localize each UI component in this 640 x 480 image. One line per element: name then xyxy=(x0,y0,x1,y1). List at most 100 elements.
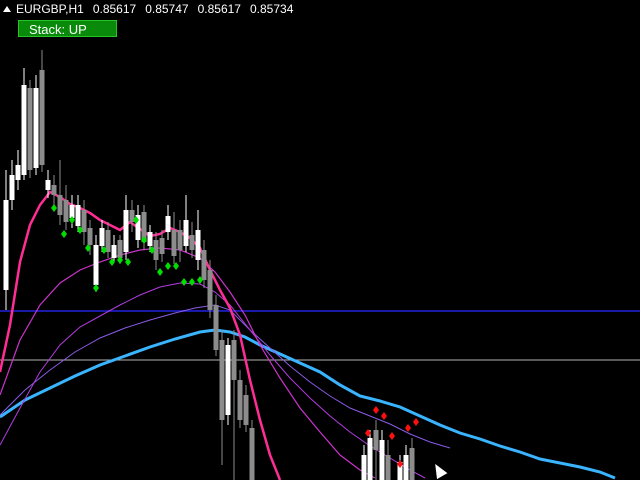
candle-body xyxy=(207,270,213,310)
candle-body xyxy=(177,230,183,250)
candle xyxy=(129,200,135,232)
candle xyxy=(237,370,243,428)
candle xyxy=(177,220,183,262)
price-chart[interactable] xyxy=(0,0,640,480)
candle-body xyxy=(99,228,105,246)
candle-body xyxy=(225,345,231,415)
candle xyxy=(403,445,409,480)
candle-body xyxy=(3,200,9,290)
candle xyxy=(171,212,177,264)
candle-body xyxy=(373,430,379,450)
sell-signal-icon xyxy=(373,406,379,414)
candle-body xyxy=(189,235,195,250)
candle-body xyxy=(63,200,69,222)
candle xyxy=(9,160,15,210)
candle-body xyxy=(219,340,225,420)
stack-status-label: Stack: UP xyxy=(29,22,87,37)
ma-slowest-line xyxy=(0,328,616,480)
candle-body xyxy=(165,216,171,232)
candle-body xyxy=(39,70,45,165)
price-high: 0.85747 xyxy=(145,2,189,16)
candle xyxy=(219,330,225,465)
candle xyxy=(361,445,367,480)
buy-signal-icon xyxy=(181,278,187,286)
buy-signal-icon xyxy=(189,278,195,286)
candle-body xyxy=(367,438,373,480)
buy-signal-icon xyxy=(93,284,99,292)
chart-window[interactable]: EURGBP,H1 0.85617 0.85747 0.85617 0.8573… xyxy=(0,0,640,480)
candle-body xyxy=(105,230,111,252)
candle xyxy=(225,338,231,425)
candle-body xyxy=(195,230,201,260)
candle-body xyxy=(385,455,391,480)
candle-body xyxy=(81,210,87,232)
candle-body xyxy=(51,185,57,195)
candle-body xyxy=(231,340,237,380)
candle-body xyxy=(93,245,99,285)
candle xyxy=(373,420,379,480)
candle xyxy=(135,205,141,248)
buy-signal-icon xyxy=(165,262,171,270)
candle-body xyxy=(361,455,367,480)
sell-signal-icon xyxy=(413,418,419,426)
candle-body xyxy=(379,440,385,480)
candle xyxy=(213,295,219,356)
candle-body xyxy=(21,85,27,175)
candle-body xyxy=(15,165,21,180)
candle xyxy=(123,195,129,260)
candle xyxy=(93,235,99,292)
ma-slow-line xyxy=(0,304,451,449)
candle-body xyxy=(249,428,255,480)
candle-body xyxy=(123,210,129,252)
candle xyxy=(111,235,117,262)
buy-signal-icon xyxy=(51,204,57,212)
price-close: 0.85734 xyxy=(249,2,294,16)
candle xyxy=(189,222,195,258)
price-open: 0.85617 xyxy=(92,2,137,16)
buy-signal-icon xyxy=(61,230,67,238)
candle xyxy=(165,205,171,240)
candle-body xyxy=(111,245,117,258)
candle xyxy=(183,195,189,252)
candle xyxy=(27,80,33,178)
candle xyxy=(231,330,237,480)
collapse-triangle-icon[interactable] xyxy=(3,6,11,12)
price-low: 0.85617 xyxy=(197,2,241,16)
candle-body xyxy=(9,175,15,200)
candle-body xyxy=(159,238,165,254)
candle-body xyxy=(403,455,409,480)
candle xyxy=(81,200,87,245)
candle-body xyxy=(75,205,81,226)
candle xyxy=(3,170,9,310)
candle xyxy=(63,185,69,230)
candle-body xyxy=(201,250,207,280)
candle xyxy=(249,420,255,480)
sell-signal-icon xyxy=(405,424,411,432)
buy-signal-icon xyxy=(157,268,163,276)
candle-body xyxy=(171,230,177,256)
candle-body xyxy=(409,448,415,480)
candle xyxy=(367,430,373,480)
candle-body xyxy=(117,240,123,258)
candle xyxy=(33,75,39,175)
candle xyxy=(15,150,21,190)
sell-signal-icon xyxy=(381,412,387,420)
candle xyxy=(51,175,57,205)
candle xyxy=(243,385,249,432)
ma-fast-mid-line xyxy=(0,247,376,479)
candle-body xyxy=(87,228,93,245)
symbol-timeframe: EURGBP,H1 xyxy=(16,2,84,16)
candle-body xyxy=(45,180,51,190)
sell-signal-icon xyxy=(389,432,395,440)
candle xyxy=(379,430,385,480)
candle xyxy=(195,210,201,270)
candle-body xyxy=(147,232,153,246)
candle-body xyxy=(57,195,63,215)
candle xyxy=(21,68,27,180)
stack-status-button[interactable]: Stack: UP xyxy=(18,20,117,37)
candle-body xyxy=(213,305,219,350)
candle xyxy=(409,438,415,480)
candle xyxy=(105,222,111,258)
candle xyxy=(57,160,63,225)
chart-header: EURGBP,H1 0.85617 0.85747 0.85617 0.8573… xyxy=(0,2,293,16)
